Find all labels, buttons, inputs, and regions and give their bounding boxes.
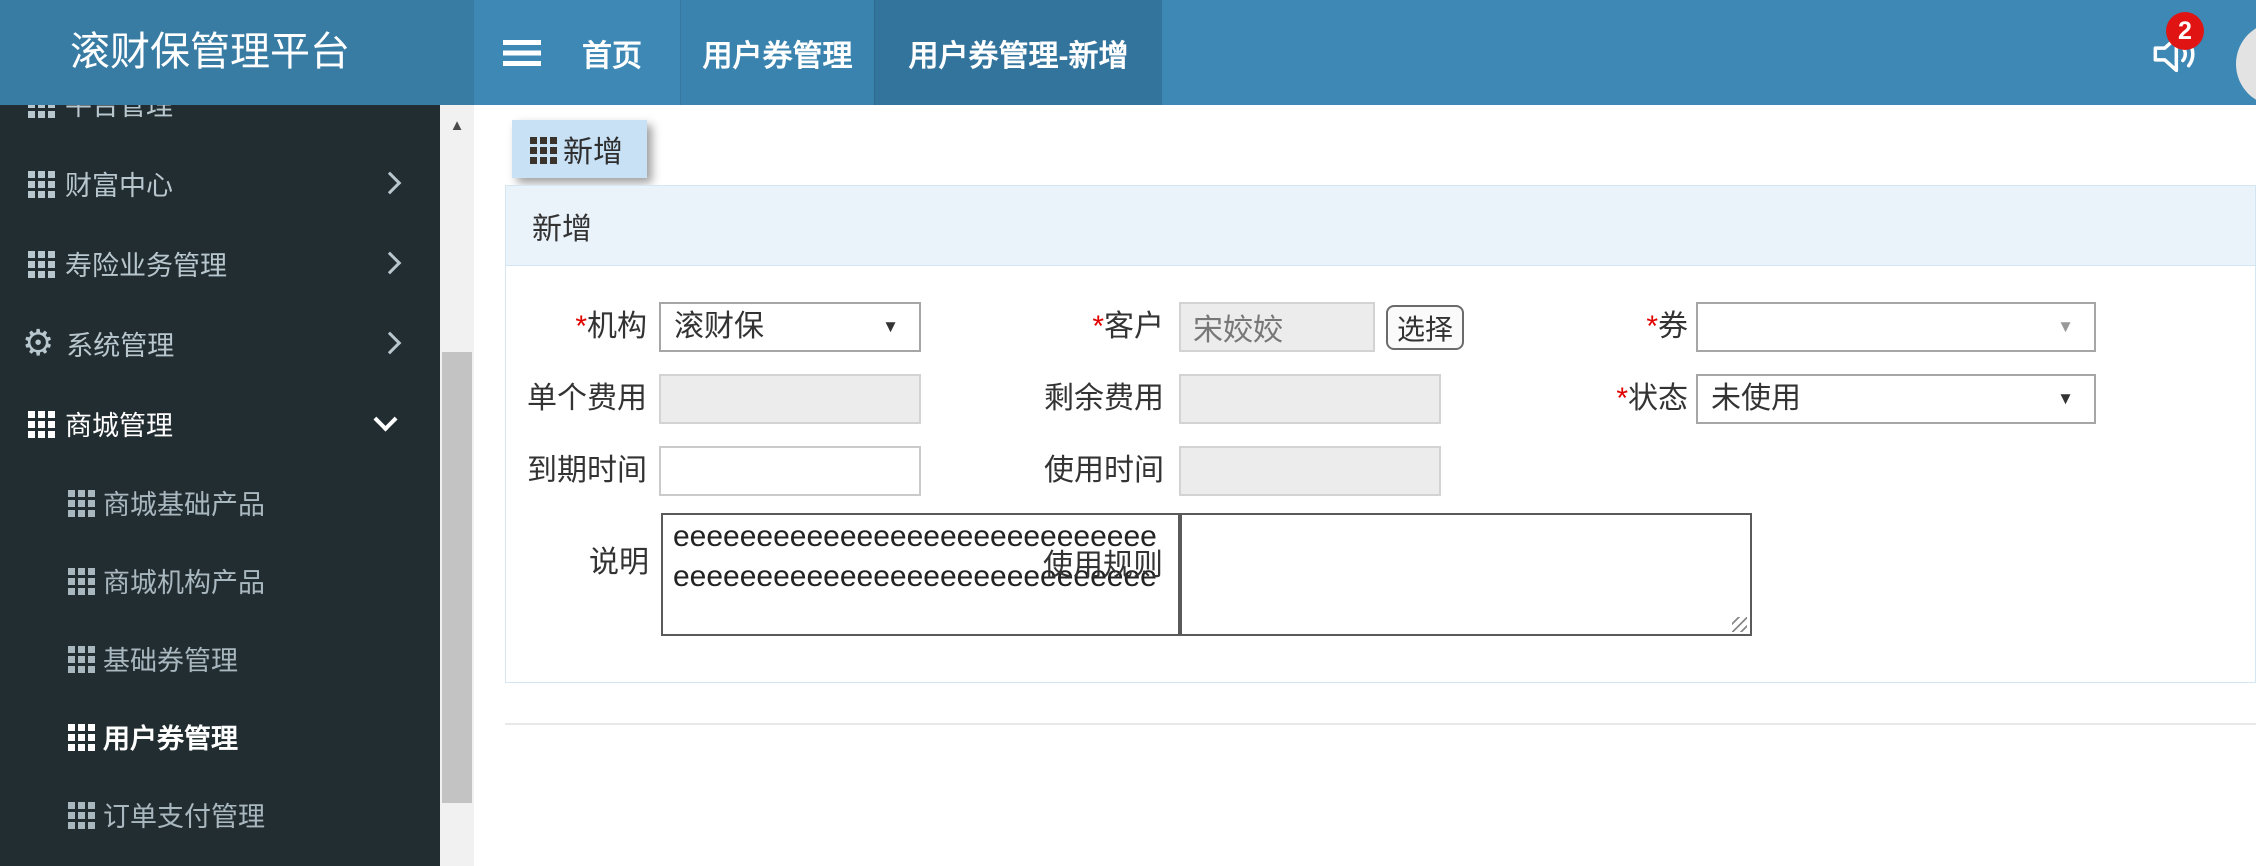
sidebar-item-life-insurance-mgmt[interactable]: 寿险业务管理 <box>0 223 440 303</box>
sidebar-scrollbar[interactable]: ▲ <box>440 105 474 866</box>
grid-icon <box>68 723 75 731</box>
customer-select-button[interactable]: 选择 <box>1386 305 1464 350</box>
sidebar-item-mall-mgmt[interactable]: 商城管理 <box>0 383 440 463</box>
status-label: *状态 <box>1616 382 1688 415</box>
scrollbar-up-arrow-icon[interactable]: ▲ <box>440 117 474 134</box>
sidebar-subitem-mall-org-products[interactable]: 商城机构产品 <box>0 541 440 619</box>
grid-icon <box>68 801 75 809</box>
sidebar-menu: 平台管理 财富中心 寿险业务管理 ⚙ 系统管理 商城管理 商城基础产品 商城机构… <box>0 105 440 866</box>
dropdown-arrow-icon: ▼ <box>2057 389 2074 408</box>
usage-rule-label: 使用规则 <box>1043 549 1163 582</box>
chevron-right-icon <box>378 171 402 195</box>
coupon-label: *券 <box>1646 310 1688 343</box>
tab-user-coupon-mgmt-add[interactable]: 用户券管理-新增 <box>874 0 1162 105</box>
textarea-resize-handle[interactable] <box>1732 617 1747 632</box>
customer-label: *客户 <box>1092 310 1164 343</box>
grid-icon <box>68 567 75 575</box>
hamburger-menu-icon[interactable] <box>503 40 541 66</box>
main-content: 新增 新增 *机构 滚财保 ▼ *客户 选择 *券 ▼ 单个费用 <box>474 105 2256 866</box>
top-navbar: 首页 用户券管理 用户券管理-新增 <box>474 0 2256 105</box>
grid-icon <box>68 645 75 653</box>
tab-user-coupon-mgmt[interactable]: 用户券管理 <box>680 0 874 105</box>
unit-fee-input[interactable] <box>659 374 921 424</box>
sidebar-item-platform-mgmt[interactable]: 平台管理 <box>0 105 440 143</box>
app-window: 滚财保管理平台 首页 用户券管理 用户券管理-新增 2 平台管理 财富中心 寿险… <box>0 0 2256 866</box>
app-logo: 滚财保管理平台 <box>0 0 474 105</box>
chevron-down-icon <box>373 407 398 432</box>
unit-fee-label: 单个费用 <box>527 382 647 415</box>
coupon-select[interactable]: ▼ <box>1696 302 2096 352</box>
sidebar-item-system-mgmt[interactable]: ⚙ 系统管理 <box>0 303 440 383</box>
sidebar-subitem-order-payment-mgmt[interactable]: 订单支付管理 <box>0 775 440 853</box>
grid-icon <box>530 136 537 144</box>
content-divider <box>505 723 2256 725</box>
use-time-input[interactable] <box>1179 446 1441 496</box>
grid-icon <box>28 170 35 178</box>
expire-time-label: 到期时间 <box>527 454 647 487</box>
dropdown-arrow-icon: ▼ <box>2057 317 2074 336</box>
usage-rule-textarea[interactable] <box>1180 513 1752 636</box>
sidebar-item-wealth-center[interactable]: 财富中心 <box>0 143 440 223</box>
add-action-chip[interactable]: 新增 <box>512 120 647 178</box>
tab-home[interactable]: 首页 <box>544 0 680 105</box>
sidebar-subitem-user-coupon-mgmt[interactable]: 用户券管理 <box>0 697 440 775</box>
remain-fee-label: 剩余费用 <box>1044 382 1164 415</box>
description-label: 说明 <box>589 546 649 579</box>
nav-tabs: 首页 用户券管理 用户券管理-新增 <box>544 0 1162 105</box>
sidebar-subitem-mall-basic-products[interactable]: 商城基础产品 <box>0 463 440 541</box>
remain-fee-input[interactable] <box>1179 374 1441 424</box>
dropdown-arrow-icon: ▼ <box>882 317 899 336</box>
org-label: *机构 <box>575 310 647 343</box>
use-time-label: 使用时间 <box>1044 454 1164 487</box>
grid-icon <box>68 489 75 497</box>
panel-title: 新增 <box>532 212 592 246</box>
scrollbar-thumb[interactable] <box>442 352 472 803</box>
chevron-right-icon <box>378 251 402 275</box>
panel-header: 新增 <box>506 186 2255 266</box>
chevron-right-icon <box>378 331 402 355</box>
grid-icon <box>28 250 35 258</box>
notification-badge[interactable]: 2 <box>2166 12 2204 50</box>
org-select[interactable]: 滚财保 ▼ <box>659 302 921 352</box>
customer-input[interactable] <box>1179 302 1375 352</box>
status-select[interactable]: 未使用 ▼ <box>1696 374 2096 424</box>
sidebar-subitem-basic-coupon-mgmt[interactable]: 基础券管理 <box>0 619 440 697</box>
app-title: 滚财保管理平台 <box>70 30 350 74</box>
gear-icon: ⚙ <box>22 322 55 363</box>
expire-time-input[interactable] <box>659 446 921 496</box>
grid-icon <box>28 410 35 418</box>
